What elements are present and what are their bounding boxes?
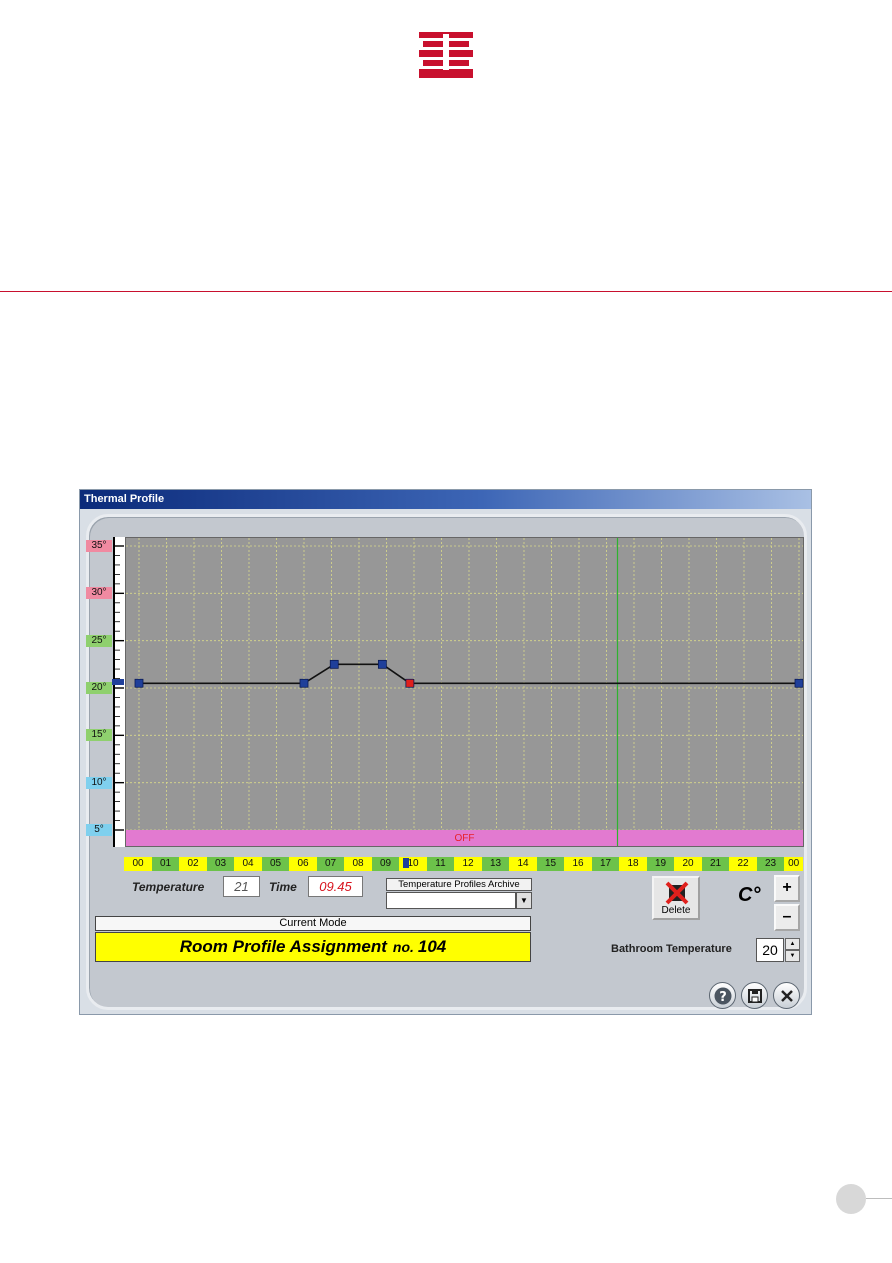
x-tick-label: 06 [289,857,317,871]
profile-point[interactable] [329,659,339,669]
page-marker [836,1184,866,1214]
off-label: OFF [455,833,475,844]
delete-label: Delete [661,905,691,916]
x-tick-label: 20 [674,857,702,871]
x-axis-labels: 00 01 02 03 04 05 06 07 08 09 10 11 12 13 14 15 16 17 18 19… [117,857,804,871]
current-mode-label: Current Mode [95,916,531,931]
x-tick-label: 23 [756,857,785,871]
increase-button[interactable]: + [774,875,800,902]
current-mode-display: Room Profile Assignment no. 104 [95,932,531,962]
archive-dropdown-arrow-icon[interactable]: ▼ [516,892,532,909]
x-tick-label: 11 [426,857,455,871]
save-button[interactable] [741,982,768,1009]
x-tick-label: 15 [536,857,565,871]
profile-point[interactable] [794,678,803,688]
x-tick-label: 21 [701,857,730,871]
y-axis-ruler [113,537,125,847]
profile-point[interactable] [377,659,387,669]
help-button[interactable]: ? [709,982,736,1009]
x-tick-label: 18 [619,857,647,871]
y-tick-label: 30° [86,587,112,600]
x-tick-label: 09 [371,857,400,871]
x-tick-label: 08 [344,857,372,871]
y-axis-marker[interactable] [112,679,124,686]
company-logo [419,32,473,78]
y-tick-label: 25° [86,634,112,647]
mode-text: Room Profile Assignment [179,937,387,956]
save-icon [748,989,762,1003]
x-tick-label: 03 [206,857,235,871]
profile-point[interactable] [134,678,144,688]
window-title: Thermal Profile [84,493,165,505]
x-tick-label: 01 [151,857,180,871]
chart-canvas[interactable]: OFF [126,538,803,846]
x-tick-label: 00 [124,857,152,871]
close-icon [781,990,793,1002]
x-tick-label: 16 [564,857,592,871]
header-divider [0,291,892,292]
y-axis-ticks [115,545,124,831]
window-titlebar[interactable]: Thermal Profile [80,490,811,509]
x-tick-label: 13 [481,857,510,871]
time-field[interactable]: 09.45 [308,876,363,897]
y-tick-label: 20° [86,682,112,694]
mode-number: 104 [417,937,447,956]
x-tick-label: 07 [316,857,345,871]
y-tick-label: 10° [86,776,112,789]
unit-label: C° [738,884,761,906]
x-tick-label: 22 [729,857,757,871]
bathroom-temperature-field[interactable]: 20 [756,938,784,962]
delete-button[interactable]: Delete [652,876,700,920]
bathroom-temperature-label: Bathroom Temperature [611,943,732,955]
mode-no-label: no. [392,939,414,955]
page-marker-line [866,1198,892,1199]
archive-select[interactable] [386,892,516,909]
temperature-field[interactable]: 21 [223,876,260,897]
decrease-button[interactable]: – [774,904,800,931]
close-button[interactable] [773,982,800,1009]
x-tick-label: 00 [784,857,803,871]
help-icon: ? [714,987,732,1005]
archive-label: Temperature Profiles Archive [386,878,532,891]
thermal-chart[interactable]: OFF [125,537,804,847]
profile-point-selected[interactable] [405,678,415,688]
x-tick-label: 05 [261,857,290,871]
y-tick-label: 15° [86,729,112,742]
spin-down-icon[interactable]: ▼ [785,950,800,962]
spin-up-icon[interactable]: ▲ [785,938,800,950]
x-axis-marker[interactable] [403,858,410,868]
time-label: Time [269,880,297,894]
temperature-label: Temperature [132,880,205,894]
svg-text:?: ? [719,990,727,1005]
x-tick-label: 02 [179,857,207,871]
x-tick-label: 17 [591,857,620,871]
x-tick-label: 19 [646,857,675,871]
x-tick-label: 14 [509,857,537,871]
profile-point[interactable] [299,678,309,688]
y-tick-label: 35° [86,540,112,552]
y-tick-label: 5° [86,824,112,836]
x-tick-label: 04 [234,857,262,871]
x-tick-label: 12 [454,857,482,871]
delete-icon [665,881,689,905]
